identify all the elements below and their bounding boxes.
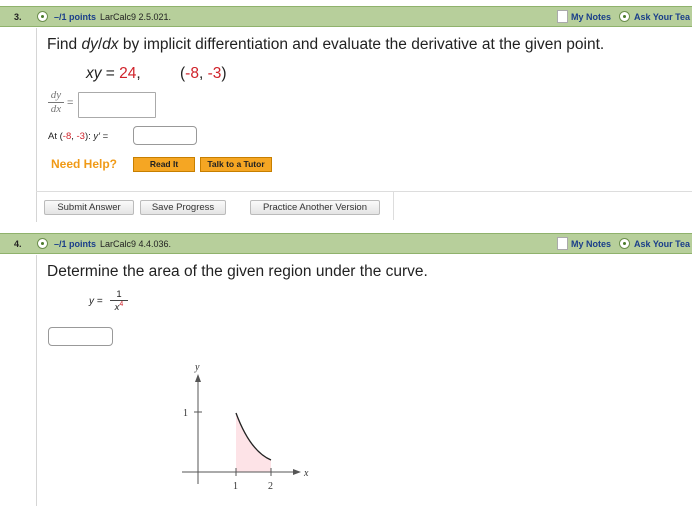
shaded-region bbox=[236, 413, 271, 472]
practice-another-version-button[interactable]: Practice Another Version bbox=[250, 200, 380, 215]
q4-panel bbox=[36, 255, 692, 506]
q4-ask-teacher-link[interactable]: Ask Your Tea bbox=[634, 239, 690, 249]
q4-graph: y x 1 1 2 bbox=[182, 362, 309, 492]
y-axis-arrow bbox=[195, 374, 201, 382]
q3-prompt: Find dy/dx by implicit differentiation a… bbox=[47, 36, 605, 53]
need-help-label: Need Help? bbox=[51, 157, 118, 171]
q3-equation: xy = 24, bbox=[86, 65, 141, 82]
notes-icon[interactable] bbox=[557, 10, 568, 23]
q4-points: –/1 points bbox=[54, 239, 97, 249]
q3-yprime-input[interactable] bbox=[133, 126, 197, 145]
read-it-button[interactable]: Read It bbox=[133, 157, 195, 172]
q4-header-bar: 4. –/1 points LarCalc9 4.4.036. My Notes… bbox=[0, 233, 692, 254]
x-axis-arrow bbox=[293, 469, 301, 475]
q3-frac-equals: = bbox=[67, 97, 74, 109]
q4-area-input[interactable] bbox=[48, 327, 113, 346]
q3-my-notes-link[interactable]: My Notes bbox=[571, 12, 611, 22]
x-tick-label-2: 2 bbox=[268, 481, 273, 492]
q4-expand-icon[interactable] bbox=[37, 238, 48, 249]
q4-number: 4. bbox=[14, 239, 22, 249]
submit-answer-button[interactable]: Submit Answer bbox=[44, 200, 134, 215]
x-tick-label-1: 1 bbox=[233, 481, 238, 492]
q3-header-bar: 3. –/1 points LarCalc9 2.5.021. My Notes… bbox=[0, 6, 692, 27]
ask-plus-icon[interactable] bbox=[619, 11, 630, 22]
q3-points: –/1 points bbox=[54, 12, 97, 22]
talk-to-tutor-button[interactable]: Talk to a Tutor bbox=[200, 157, 272, 172]
q4-prompt: Determine the area of the given region u… bbox=[47, 263, 428, 280]
q3-source: LarCalc9 2.5.021. bbox=[100, 12, 172, 22]
q4-source: LarCalc9 4.4.036. bbox=[100, 239, 172, 249]
q4-function-fraction: 1 x4 bbox=[110, 289, 128, 313]
x-axis-label: x bbox=[303, 468, 309, 479]
q4-my-notes-link[interactable]: My Notes bbox=[571, 239, 611, 249]
q3-expand-icon[interactable] bbox=[37, 11, 48, 22]
q3-dydx-fraction: dy dx bbox=[48, 89, 64, 115]
q4-function-label: y = bbox=[89, 296, 103, 307]
ask-plus-icon[interactable] bbox=[619, 238, 630, 249]
y-axis-label: y bbox=[194, 362, 200, 373]
q3-ask-teacher-link[interactable]: Ask Your Tea bbox=[634, 12, 690, 22]
q3-point: (-8, -3) bbox=[180, 65, 227, 82]
y-tick-label-1: 1 bbox=[183, 408, 188, 419]
q3-number: 3. bbox=[14, 12, 22, 22]
q3-at-point-label: At (-8, -3): y′ = bbox=[48, 131, 109, 142]
q3-dydx-input[interactable] bbox=[78, 92, 156, 118]
save-progress-button[interactable]: Save Progress bbox=[140, 200, 226, 215]
notes-icon[interactable] bbox=[557, 237, 568, 250]
